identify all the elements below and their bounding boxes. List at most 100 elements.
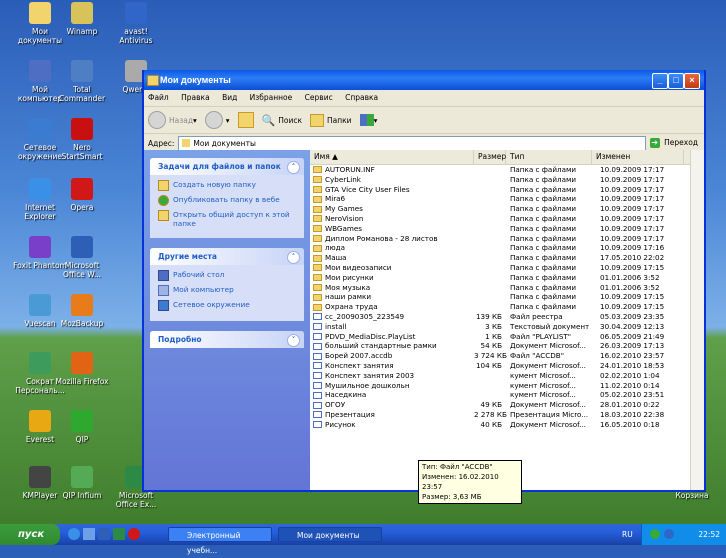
views-button[interactable]: ▾ bbox=[359, 114, 377, 126]
desktop-icon-17[interactable]: QIP bbox=[50, 410, 114, 444]
file-row[interactable]: Рисунок 40 КБ Документ Microsof... 16.05.20… bbox=[310, 420, 704, 430]
file-row[interactable]: Диплом Романова - 28 листов Папка с файла… bbox=[310, 234, 704, 244]
file-modified: 18.03.2010 22:38 bbox=[600, 409, 665, 419]
up-button[interactable] bbox=[237, 112, 254, 128]
close-button[interactable]: × bbox=[684, 73, 700, 89]
file-modified: 26.03.2009 17:13 bbox=[600, 341, 665, 351]
folder-icon bbox=[313, 185, 322, 193]
desktop-icon-9[interactable]: Opera bbox=[50, 178, 114, 212]
file-row[interactable]: больший стандартные рамки 54 КБ Документ M… bbox=[310, 341, 704, 351]
col-name[interactable]: Имя ▲ bbox=[310, 150, 474, 164]
place-network[interactable]: Сетевое окружение bbox=[158, 300, 298, 311]
file-row[interactable]: My Games Папка с файлами 10.09.2009 17:17 bbox=[310, 204, 704, 214]
desktop-icon-2[interactable]: avast! Antivirus bbox=[104, 2, 168, 45]
file-row[interactable]: Мушильное дошкольн кумент Microsof... 11.0… bbox=[310, 381, 704, 391]
file-name: Конспект занятия 2003 bbox=[325, 370, 415, 380]
task-publish-web[interactable]: Опубликовать папку в вебе bbox=[158, 195, 298, 206]
back-button[interactable]: Назад ▾ bbox=[148, 111, 197, 129]
col-type[interactable]: Тип bbox=[506, 150, 592, 164]
menu-tools[interactable]: Сервис bbox=[305, 93, 333, 102]
search-button[interactable]: 🔍 Поиск bbox=[262, 114, 302, 127]
file-row[interactable]: Конспект занятия 2003 кумент Microsof... 0… bbox=[310, 371, 704, 381]
collapse-icon[interactable]: ˄ bbox=[287, 161, 300, 174]
taskbar-item-textbook[interactable]: Электронный учебн... bbox=[168, 527, 272, 555]
language-indicator[interactable]: RU bbox=[622, 524, 633, 545]
menu-favorites[interactable]: Избранное bbox=[250, 93, 293, 102]
app-icon bbox=[29, 178, 51, 200]
column-headers: Имя ▲ Размер Тип Изменен bbox=[310, 150, 704, 165]
task-share-folder[interactable]: Открыть общий доступ к этой папке bbox=[158, 210, 298, 228]
desktop-icon-11[interactable]: Microsoft Office W... bbox=[50, 236, 114, 279]
file-icon bbox=[313, 352, 322, 360]
file-row[interactable]: Маша Папка с файлами 17.05.2010 22:02 bbox=[310, 253, 704, 263]
start-button[interactable]: пуск bbox=[0, 524, 60, 545]
menu-edit[interactable]: Правка bbox=[181, 93, 210, 102]
file-type: Документ Microsof... bbox=[510, 360, 586, 370]
vertical-scrollbar[interactable] bbox=[690, 150, 704, 490]
go-button[interactable]: ➔ Переход bbox=[649, 138, 698, 148]
desktop-icon-15[interactable]: Mozilla Firefox bbox=[50, 352, 114, 386]
word-icon[interactable] bbox=[98, 528, 110, 540]
taskbar: пуск Электронный учебн... Мои документы … bbox=[0, 524, 726, 555]
file-row[interactable]: Мои видеозаписи Папка с файлами 10.09.2009… bbox=[310, 263, 704, 273]
collapse-icon[interactable]: ˄ bbox=[287, 251, 300, 264]
expand-icon[interactable]: ˅ bbox=[287, 334, 300, 347]
opera-icon[interactable] bbox=[128, 528, 140, 540]
forward-button[interactable]: ▾ bbox=[204, 111, 230, 129]
desktop-icon-label: QIP bbox=[75, 435, 89, 444]
file-name: AUTORUN.INF bbox=[325, 165, 375, 174]
file-row[interactable]: люда Папка с файлами 10.09.2009 17:16 bbox=[310, 243, 704, 253]
folder-icon bbox=[313, 234, 322, 242]
app-icon bbox=[71, 178, 93, 200]
file-row[interactable]: Презентация 2 278 КБ Презентация Micro... 1… bbox=[310, 410, 704, 420]
avast-tray-icon[interactable] bbox=[664, 529, 674, 539]
file-row[interactable]: Охрана труда Папка с файлами 10.09.2009 17… bbox=[310, 302, 704, 312]
details-header[interactable]: Подробно ˅ bbox=[150, 331, 304, 348]
file-row[interactable]: ОГОУ 49 КБ Документ Microsof... 28.01.2010 … bbox=[310, 400, 704, 410]
other-places-header[interactable]: Другие места ˄ bbox=[150, 248, 304, 265]
menu-help[interactable]: Справка bbox=[345, 93, 378, 102]
file-row[interactable]: PDVD_MediaDisc.PlayList 1 КБ Файл "PLAYLIS… bbox=[310, 332, 704, 342]
file-row[interactable]: Конспект занятия 104 КБ Документ Microsof.… bbox=[310, 361, 704, 371]
place-desktop[interactable]: Рабочий стол bbox=[158, 270, 298, 281]
desktop-icon-label: Opera bbox=[70, 203, 94, 212]
tray-icon[interactable] bbox=[650, 529, 660, 539]
file-row[interactable]: Борей 2007.accdb 3 724 КБ Файл "ACCDB" 16.0… bbox=[310, 351, 704, 361]
address-label: Адрес: bbox=[148, 138, 175, 148]
col-modified[interactable]: Изменен bbox=[592, 150, 684, 164]
desktop-icon-7[interactable]: Nero StartSmart bbox=[50, 118, 114, 161]
folders-button[interactable]: Папки bbox=[310, 113, 352, 127]
file-row[interactable]: AUTORUN.INF Папка с файлами 10.09.2009 17:… bbox=[310, 165, 704, 175]
col-size[interactable]: Размер bbox=[474, 150, 506, 164]
excel-icon[interactable] bbox=[113, 528, 125, 540]
file-row[interactable]: WBGames Папка с файлами 10.09.2009 17:17 bbox=[310, 224, 704, 234]
place-my-computer[interactable]: Мой компьютер bbox=[158, 285, 298, 296]
file-modified: 01.01.2006 3:52 bbox=[600, 282, 660, 292]
desktop-icon-13[interactable]: MozBackup bbox=[50, 294, 114, 328]
file-row[interactable]: CyberLink Папка с файлами 10.09.2009 17:17 bbox=[310, 175, 704, 185]
menu-file[interactable]: Файл bbox=[148, 93, 169, 102]
title-bar[interactable]: Мои документы _ □ × bbox=[144, 70, 704, 90]
minimize-button[interactable]: _ bbox=[652, 73, 668, 89]
taskbar-item-my-documents[interactable]: Мои документы bbox=[278, 527, 382, 542]
file-name: больший стандартные рамки bbox=[325, 341, 437, 351]
file-row[interactable]: Mira6 Папка с файлами 10.09.2009 17:17 bbox=[310, 194, 704, 204]
task-new-folder[interactable]: Создать новую папку bbox=[158, 180, 298, 191]
menu-view[interactable]: Вид bbox=[222, 93, 237, 102]
address-input[interactable]: Мои документы bbox=[178, 135, 646, 151]
show-desktop-icon[interactable] bbox=[83, 528, 95, 540]
file-row[interactable]: Наседкина кумент Microsof... 05.02.2010 23… bbox=[310, 390, 704, 400]
app-icon bbox=[71, 466, 93, 488]
system-tray: RU 22:52 bbox=[622, 524, 726, 545]
ie-icon[interactable] bbox=[68, 528, 80, 540]
file-row[interactable]: Моя музыка Папка с файлами 01.01.2006 3:52 bbox=[310, 283, 704, 293]
file-row[interactable]: NeroVision Папка с файлами 10.09.2009 17:1… bbox=[310, 214, 704, 224]
file-row[interactable]: install 3 КБ Текстовый документ 30.04.2009 … bbox=[310, 322, 704, 332]
file-tasks-header[interactable]: Задачи для файлов и папок ˄ bbox=[150, 158, 304, 175]
file-name: CyberLink bbox=[325, 174, 361, 184]
file-row[interactable]: cc_20090305_223549 139 КБ Файл реестра 05.0… bbox=[310, 312, 704, 322]
maximize-button[interactable]: □ bbox=[668, 73, 684, 89]
file-row[interactable]: наши рамки Папка с файлами 10.09.2009 17:1… bbox=[310, 292, 704, 302]
file-row[interactable]: Мои рисунки Папка с файлами 01.01.2006 3:5… bbox=[310, 273, 704, 283]
file-row[interactable]: GTA Vice City User Files Папка с файлами 1… bbox=[310, 185, 704, 195]
